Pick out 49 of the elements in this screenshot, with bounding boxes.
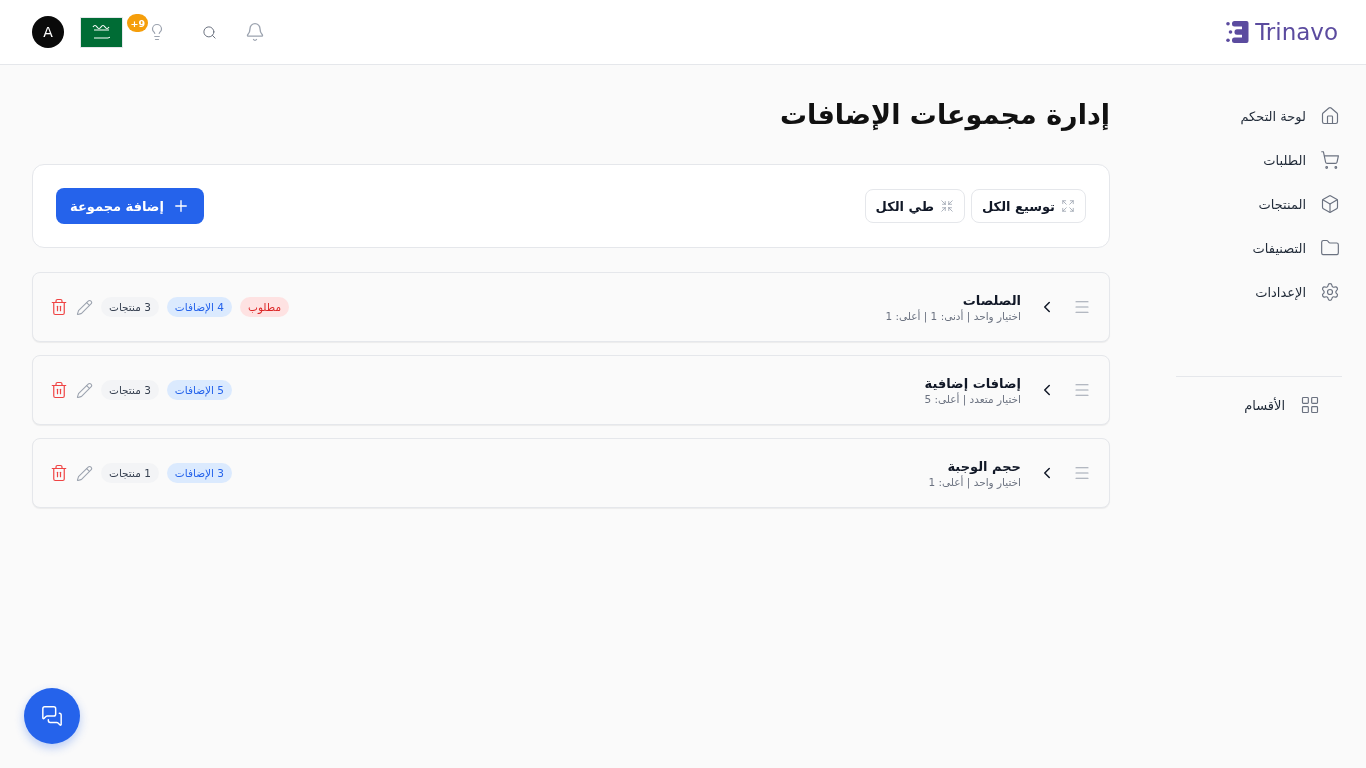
expand-icon — [1061, 199, 1075, 213]
group-title: الصلصات — [961, 292, 1021, 308]
collapse-all-button[interactable]: طي الكل — [864, 189, 965, 223]
logo-icon — [1226, 20, 1250, 44]
delete-icon[interactable] — [50, 381, 68, 399]
drag-handle-icon[interactable] — [1073, 298, 1091, 316]
sidebar-item[interactable]: التصنيفات — [1176, 230, 1342, 266]
group-title: حجم الوجبة — [946, 458, 1021, 474]
products-count-tag: 3 منتجات — [101, 297, 159, 317]
delete-icon[interactable] — [50, 464, 68, 482]
chat-icon — [41, 705, 63, 727]
search-icon[interactable] — [201, 24, 217, 40]
edit-icon[interactable] — [76, 298, 93, 316]
add-group-button[interactable]: إضافة مجموعة — [56, 188, 204, 224]
group-rules: اختيار واحد | أدنى: 1 | أعلى: 1 — [885, 309, 1021, 322]
bell-icon[interactable] — [245, 22, 265, 42]
products-count-tag: 1 منتجات — [101, 463, 159, 483]
drag-handle-icon[interactable] — [1073, 464, 1091, 482]
shrink-icon — [939, 199, 954, 213]
chat-button[interactable] — [24, 688, 80, 744]
addons-count-tag: 4 الإضافات — [166, 297, 232, 317]
page-title: إدارة مجموعات الإضافات — [778, 98, 1110, 133]
group-rules: اختيار متعدد | أعلى: 5 — [924, 392, 1021, 405]
expand-all-button[interactable]: توسيع الكل — [970, 189, 1086, 223]
products-count-tag: 3 منتجات — [101, 380, 159, 400]
settings-icon — [1320, 282, 1340, 302]
group-title: إضافات إضافية — [924, 375, 1021, 391]
sidebar-item[interactable]: الإعدادات — [1176, 274, 1342, 310]
brand-name: Trinavo — [1255, 19, 1338, 45]
folder-icon — [1320, 238, 1340, 258]
addons-count-tag: 5 الإضافات — [166, 380, 232, 400]
avatar[interactable]: A — [32, 16, 64, 48]
sidebar-item[interactable]: الأقسام — [1176, 387, 1342, 423]
drag-handle-icon[interactable] — [1073, 381, 1091, 399]
sidebar-item[interactable]: لوحة التحكم — [1176, 98, 1342, 134]
delete-icon[interactable] — [50, 298, 68, 316]
group-rules: اختيار واحد | أعلى: 1 — [928, 475, 1021, 488]
grid-icon — [1300, 395, 1320, 415]
required-tag: مطلوب — [240, 297, 290, 317]
cube-icon — [1320, 194, 1340, 214]
home-icon — [1320, 106, 1340, 126]
edit-icon[interactable] — [76, 464, 93, 482]
addons-count-tag: 3 الإضافات — [166, 463, 232, 483]
notification-count: +9 — [127, 14, 148, 32]
sidebar-item[interactable]: المنتجات — [1176, 186, 1342, 222]
flag-icon[interactable] — [80, 16, 123, 48]
edit-icon[interactable] — [76, 381, 93, 399]
sidebar-item[interactable]: الطلبات — [1176, 142, 1342, 178]
cart-icon — [1320, 150, 1340, 170]
